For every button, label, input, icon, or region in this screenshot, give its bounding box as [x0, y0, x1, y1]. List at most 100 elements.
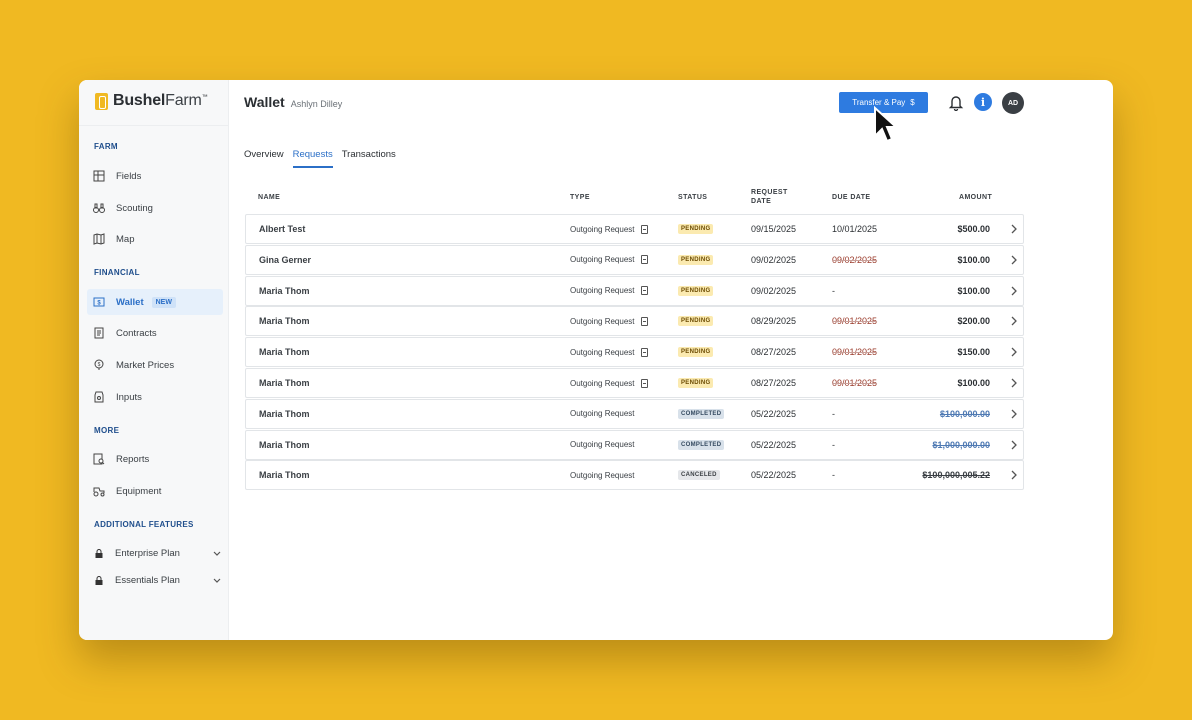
status-badge: CANCELED [678, 470, 720, 481]
wallet-icon: $ [93, 296, 105, 308]
status-badge: PENDING [678, 254, 714, 265]
chevron-right-icon[interactable] [1011, 431, 1017, 459]
sidebar-item-reports[interactable]: Reports [87, 446, 223, 472]
sidebar-item-fields[interactable]: Fields [87, 163, 223, 189]
column-header-amount: AMOUNT [959, 194, 993, 201]
row-amount: $500.00 [957, 224, 990, 234]
chevron-right-icon[interactable] [1011, 307, 1017, 335]
chevron-right-icon[interactable] [1011, 338, 1017, 366]
row-status: PENDING [678, 369, 714, 397]
chevron-right-icon[interactable] [1011, 369, 1017, 397]
row-due-date: 09/01/2025 [832, 378, 878, 388]
sidebar-item-map[interactable]: Map [87, 226, 223, 252]
column-header-request-date: REQUEST DATE [751, 189, 788, 205]
column-header-status: STATUS [678, 194, 708, 201]
chevron-down-icon[interactable] [213, 575, 221, 585]
column-header-type: TYPE [570, 194, 590, 201]
sidebar-item-label: Scouting [116, 202, 153, 214]
row-type: Outgoing Request [570, 215, 648, 243]
row-status: COMPLETED [678, 400, 725, 428]
table-row[interactable]: Maria Thom Outgoing Request CANCELED 05/22/… [245, 460, 1024, 491]
row-due-date: 10/01/2025 [832, 224, 878, 234]
row-request-date: 09/15/2025 [751, 224, 797, 234]
status-badge: PENDING [678, 224, 714, 234]
tab-transactions[interactable]: Transactions [342, 149, 396, 168]
tab-overview[interactable]: Overview [244, 149, 284, 168]
svg-text:$: $ [98, 362, 101, 368]
section-label-additional-features: ADDITIONAL FEATURES [94, 520, 194, 529]
enterprise-plan-item[interactable]: Enterprise Plan [95, 545, 221, 561]
row-amount: $150.00 [957, 347, 990, 358]
chevron-right-icon[interactable] [1011, 215, 1017, 243]
row-name: Maria Thom [259, 378, 310, 388]
row-request-date: 05/22/2025 [751, 439, 797, 450]
row-name: Albert Test [259, 224, 306, 234]
document-icon[interactable] [640, 286, 648, 296]
chevron-right-icon[interactable] [1011, 277, 1017, 305]
table-row[interactable]: Maria Thom Outgoing Request PENDING 08/27/2… [245, 368, 1024, 398]
row-type: Outgoing Request [570, 277, 648, 305]
table-row[interactable]: Maria Thom Outgoing Request PENDING 08/27/2… [245, 337, 1024, 368]
table-row[interactable]: Albert Test Outgoing Request PENDING 09/15/… [245, 214, 1024, 244]
row-name: Maria Thom [259, 316, 310, 327]
sidebar-item-equipment[interactable]: Equipment [87, 478, 223, 504]
sidebar-item-inputs[interactable]: Inputs [87, 384, 223, 410]
row-name: Maria Thom [259, 439, 310, 450]
reports-icon [93, 453, 105, 465]
row-type: Outgoing Request [570, 246, 648, 274]
sidebar-item-label: Contracts [116, 327, 157, 339]
essentials-plan-label: Essentials Plan [115, 574, 180, 586]
app-window: BushelFarm™ FARM Fields Scouting Map FIN… [79, 80, 1113, 640]
table-row[interactable]: Maria Thom Outgoing Request COMPLETED 05/22… [245, 429, 1024, 460]
page-subtitle: Ashlyn Dilley [290, 99, 343, 109]
row-amount: $1,000,000.00 [932, 439, 990, 450]
table-row[interactable]: Gina Gerner Outgoing Request PENDING 09/02/… [245, 244, 1024, 275]
document-icon[interactable] [640, 224, 648, 234]
document-icon[interactable] [640, 316, 648, 326]
chevron-down-icon[interactable] [213, 548, 221, 558]
essentials-plan-item[interactable]: Essentials Plan [95, 572, 221, 588]
table-row[interactable]: Maria Thom Outgoing Request COMPLETED 05/22… [245, 398, 1024, 429]
status-badge: PENDING [678, 378, 714, 388]
row-name: Gina Gerner [259, 254, 312, 265]
contracts-icon [93, 327, 105, 339]
table-row[interactable]: Maria Thom Outgoing Request PENDING 09/02/2… [245, 275, 1024, 306]
binoculars-icon [93, 202, 105, 214]
chevron-right-icon[interactable] [1011, 246, 1017, 274]
row-name: Maria Thom [259, 285, 310, 296]
tab-requests[interactable]: Requests [292, 149, 333, 168]
bushel-farm-logo[interactable]: BushelFarm™ [95, 91, 208, 111]
row-due-date: - [832, 470, 835, 481]
document-icon[interactable] [640, 255, 648, 265]
mouse-cursor-icon [874, 106, 897, 143]
sidebar-item-label: Fields [116, 170, 142, 182]
tab-bar: Overview Requests Transactions [244, 149, 396, 168]
sidebar-item-scouting[interactable]: Scouting [87, 195, 223, 221]
status-badge: PENDING [678, 347, 714, 358]
user-avatar[interactable]: AD [1002, 92, 1024, 114]
chevron-right-icon[interactable] [1011, 400, 1017, 428]
row-status: CANCELED [678, 461, 720, 489]
new-badge: NEW [151, 296, 176, 308]
row-amount: $100,000.00 [939, 408, 990, 419]
row-type: Outgoing Request [570, 338, 648, 366]
sidebar-item-contracts[interactable]: Contracts [87, 320, 223, 346]
map-icon [93, 233, 105, 245]
document-icon[interactable] [640, 347, 648, 357]
info-icon[interactable]: i [974, 93, 992, 111]
row-due-date: 09/02/2025 [832, 254, 878, 265]
table-row[interactable]: Maria Thom Outgoing Request PENDING 08/29/2… [245, 306, 1024, 337]
document-icon[interactable] [640, 378, 648, 388]
chevron-right-icon[interactable] [1011, 461, 1017, 489]
row-due-date: 09/01/2025 [832, 347, 878, 358]
sidebar-item-wallet[interactable]: $ Wallet NEW [87, 289, 223, 315]
row-amount: $200.00 [957, 316, 990, 327]
row-request-date: 08/27/2025 [751, 347, 797, 358]
page-header: Wallet Ashlyn Dilley [244, 94, 342, 110]
section-label-more: MORE [94, 426, 120, 435]
sidebar-item-market-prices[interactable]: $ Market Prices [87, 352, 223, 378]
status-badge: COMPLETED [678, 408, 725, 419]
row-type: Outgoing Request [570, 440, 635, 450]
row-due-date: - [832, 285, 835, 296]
notifications-bell-icon[interactable] [948, 94, 964, 112]
